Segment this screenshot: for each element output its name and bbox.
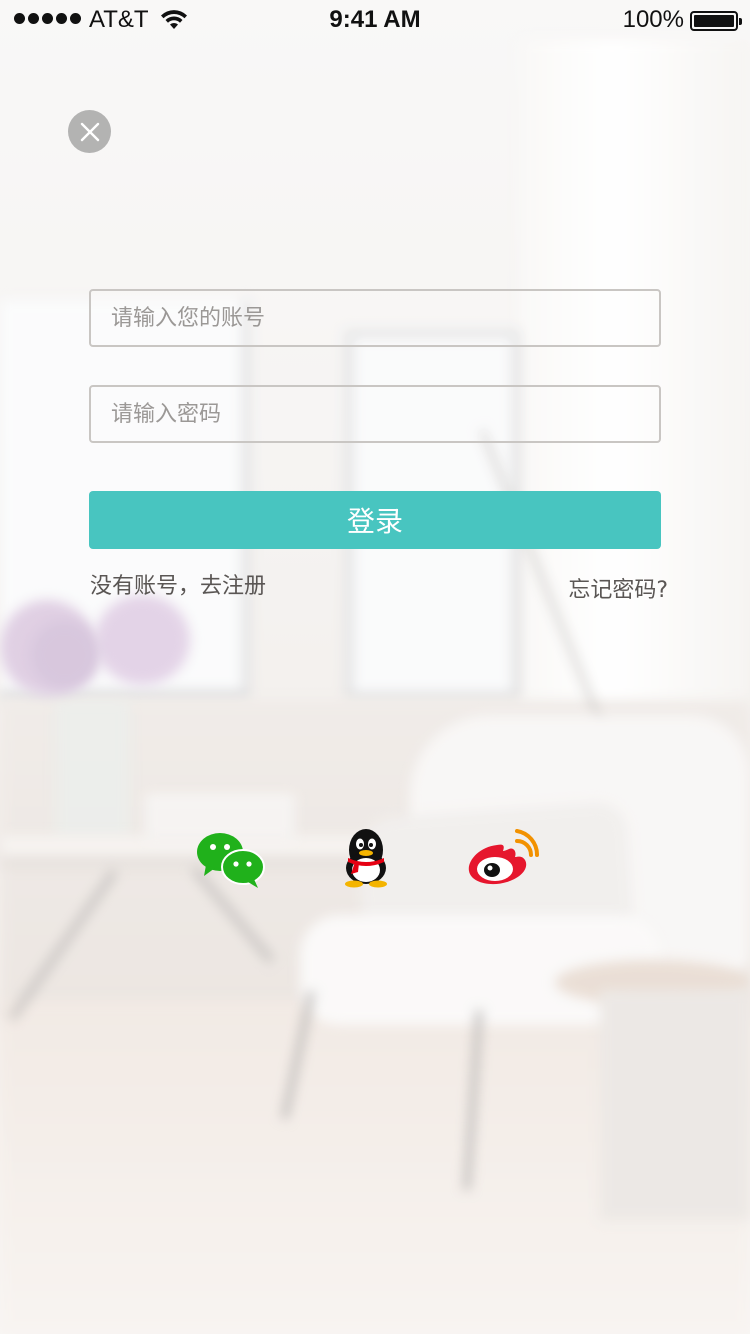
weibo-icon bbox=[468, 829, 540, 885]
account-input[interactable] bbox=[91, 291, 659, 345]
status-bar: AT&T 9:41 AM 100% bbox=[0, 0, 750, 40]
qq-icon bbox=[345, 829, 387, 888]
wechat-login-button[interactable] bbox=[196, 832, 266, 890]
wechat-icon bbox=[197, 833, 265, 888]
password-field-box bbox=[89, 385, 661, 443]
close-button[interactable] bbox=[68, 110, 111, 153]
password-input[interactable] bbox=[91, 387, 659, 441]
login-button[interactable]: 登录 bbox=[89, 491, 661, 549]
background-photo bbox=[0, 0, 750, 1334]
battery-percentage: 100% bbox=[622, 6, 684, 33]
register-link[interactable]: 没有账号，去注册 bbox=[90, 568, 266, 600]
close-icon bbox=[80, 122, 99, 141]
weibo-login-button[interactable] bbox=[465, 827, 540, 889]
account-field-box bbox=[89, 289, 661, 347]
qq-login-button[interactable] bbox=[335, 826, 397, 888]
forgot-password-link[interactable]: 忘记密码? bbox=[568, 572, 668, 604]
battery-icon bbox=[690, 11, 742, 31]
